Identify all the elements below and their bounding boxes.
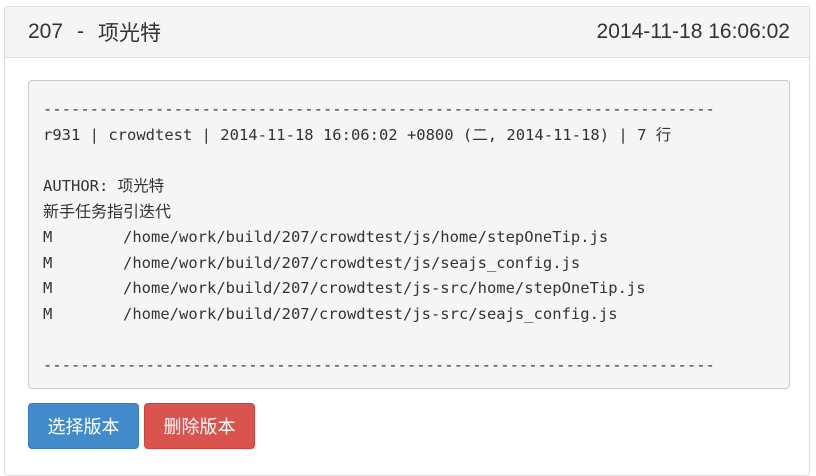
log-blank-line: [43, 148, 775, 174]
file-status: M: [43, 279, 53, 298]
file-path: /home/work/build/207/crowdtest/js-src/ho…: [123, 279, 646, 298]
log-file-row: M/home/work/build/207/crowdtest/js/seajs…: [43, 251, 775, 277]
title-separator: -: [77, 20, 85, 43]
log-message: 新手任务指引迭代: [43, 202, 172, 222]
select-version-button[interactable]: 选择版本: [28, 403, 139, 449]
panel-body: ----------------------------------------…: [5, 58, 809, 449]
revision-datetime: 2014-11-18 16:06:02: [596, 20, 790, 43]
file-status: M: [43, 253, 53, 272]
revision-title: 207 - 项光特: [28, 17, 161, 47]
action-buttons: 选择版本 删除版本: [28, 403, 790, 449]
revision-author: 项光特: [98, 22, 162, 45]
log-divider-top: ----------------------------------------…: [43, 100, 715, 118]
file-path: /home/work/build/207/crowdtest/js/home/s…: [123, 227, 609, 246]
file-status: M: [43, 227, 53, 246]
log-commit-line: r931 | crowdtest | 2014-11-18 16:06:02 +…: [43, 125, 672, 144]
delete-version-button[interactable]: 删除版本: [144, 403, 255, 449]
log-file-row: M/home/work/build/207/crowdtest/js-src/h…: [43, 276, 775, 302]
log-file-row: M/home/work/build/207/crowdtest/js-src/s…: [43, 302, 775, 328]
panel-heading: 207 - 项光特 2014-11-18 16:06:02: [5, 7, 809, 58]
file-path: /home/work/build/207/crowdtest/js-src/se…: [123, 304, 618, 323]
log-author-line: AUTHOR: 项光特: [43, 176, 165, 195]
commit-log: ----------------------------------------…: [28, 80, 790, 389]
file-path: /home/work/build/207/crowdtest/js/seajs_…: [123, 253, 581, 272]
file-status: M: [43, 304, 53, 323]
revision-id: 207: [28, 20, 64, 43]
log-file-row: M/home/work/build/207/crowdtest/js/home/…: [43, 225, 775, 251]
log-divider-bottom: ----------------------------------------…: [43, 355, 715, 374]
revision-panel: 207 - 项光特 2014-11-18 16:06:02 ----------…: [4, 6, 810, 476]
log-blank-line: [43, 327, 775, 353]
